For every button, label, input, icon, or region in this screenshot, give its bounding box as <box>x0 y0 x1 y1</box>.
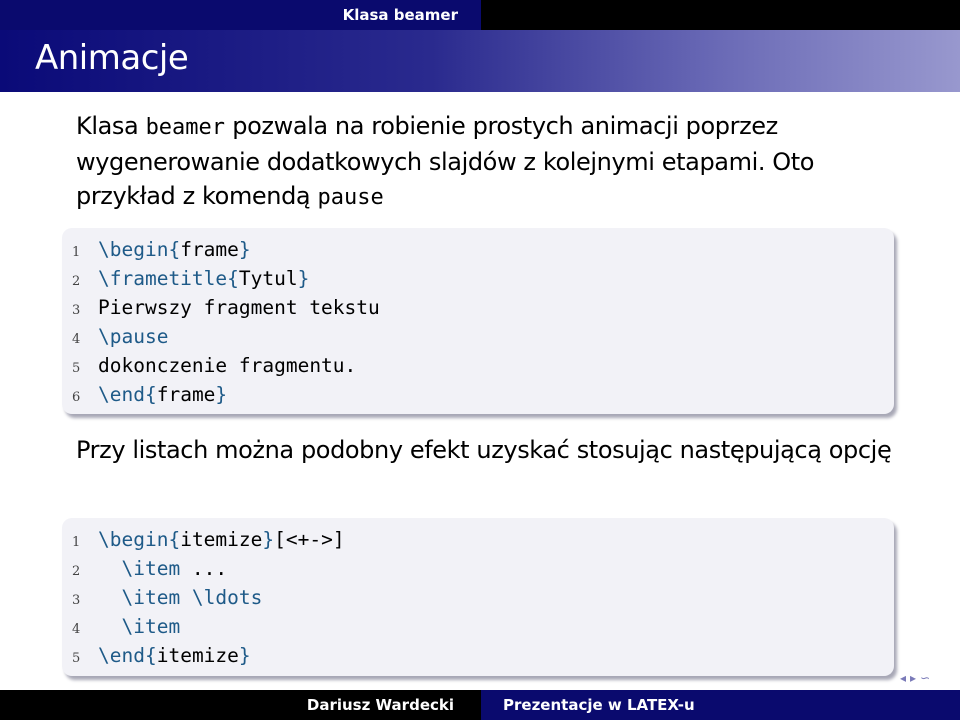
code-line: 3 \item \ldots <box>72 583 894 612</box>
code-brace: } <box>297 267 310 290</box>
footer-author-bar: Dariusz Wardecki <box>0 690 481 720</box>
code-line: 5 dokonczenie fragmentu. <box>72 351 894 380</box>
intro-code-beamer: beamer <box>145 115 226 140</box>
code-command: \item <box>121 557 181 580</box>
code-line: 1 \begin{frame} <box>72 235 894 264</box>
code-command: \item <box>121 615 181 638</box>
footer-author: Dariusz Wardecki <box>306 696 454 714</box>
code-block-itemize: 1 \begin{itemize}[<+->] 2 \item ... 3 \it… <box>62 518 894 676</box>
line-number: 3 <box>72 593 81 608</box>
line-number: 2 <box>72 274 81 289</box>
code-line: 1 \begin{itemize}[<+->] <box>72 525 894 554</box>
code-arg: itemize <box>156 644 239 667</box>
search-icon[interactable]: ∽ <box>920 671 930 685</box>
left-arrow-icon[interactable]: ◂ <box>900 671 906 685</box>
code-command: \end <box>98 644 145 667</box>
intro-code-pause: pause <box>317 185 384 210</box>
code-command: \pause <box>98 325 169 348</box>
intro-text-1: Klasa <box>76 112 146 140</box>
section-bar: Klasa beamer <box>0 0 481 30</box>
code-line: 4 \item <box>72 612 894 641</box>
code-arg: frame <box>156 383 216 406</box>
code-text: [<+->] <box>274 528 345 551</box>
code-arg: Tytul <box>238 267 298 290</box>
code-brace: { <box>227 267 239 290</box>
code-arg: frame <box>180 238 239 261</box>
code-command: \item \ldots <box>121 586 263 609</box>
code-command: \begin <box>98 528 169 551</box>
code-text: dokonczenie fragmentu. <box>98 354 357 377</box>
code-brace: { <box>168 528 181 551</box>
line-number: 5 <box>72 361 81 376</box>
code-arg: itemize <box>180 528 263 551</box>
line-number: 5 <box>72 651 81 666</box>
line-number: 3 <box>72 303 81 318</box>
code-brace: } <box>215 383 228 406</box>
right-arrow-icon[interactable]: ▸ <box>910 671 916 685</box>
line-number: 1 <box>72 245 81 260</box>
line-number: 1 <box>72 535 81 550</box>
code-line: 3 Pierwszy fragment tekstu <box>72 293 894 322</box>
code-brace: { <box>144 383 157 406</box>
footer-title-bar: Prezentacje w LATEX-u <box>481 690 960 720</box>
line-number: 6 <box>72 390 81 405</box>
code-brace: } <box>262 528 275 551</box>
code-brace: } <box>238 644 251 667</box>
code-brace: { <box>168 238 181 261</box>
section-title: Klasa beamer <box>342 6 458 24</box>
code-line: 2 \frametitle{Tytul} <box>72 264 894 293</box>
code-text: ... <box>180 557 228 580</box>
frame-title: Animacje <box>35 38 189 78</box>
line-number: 4 <box>72 622 81 637</box>
line-number: 4 <box>72 332 81 347</box>
code-line: 6 \end{frame} <box>72 380 894 409</box>
paragraph-lists: Przy listach można podobny efekt uzyskać… <box>76 436 892 464</box>
code-brace: } <box>238 238 251 261</box>
code-command: \begin <box>98 238 169 261</box>
code-line: 2 \item ... <box>72 554 894 583</box>
code-command: \end <box>98 383 145 406</box>
footer: Dariusz Wardecki Prezentacje w LATEX-u <box>0 690 960 720</box>
line-number: 2 <box>72 564 81 579</box>
top-bar: Klasa beamer <box>0 0 960 30</box>
navigation-symbols: ◂ ▸ ∽ <box>900 670 956 686</box>
code-text: Pierwszy fragment tekstu <box>98 296 380 319</box>
code-line: 5 \end{itemize} <box>72 641 894 670</box>
code-block-frame: 1 \begin{frame} 2 \frametitle{Tytul} 3 Pier… <box>62 228 894 414</box>
code-command: \frametitle <box>98 267 228 290</box>
footer-title: Prezentacje w LATEX-u <box>503 696 695 714</box>
code-brace: { <box>144 644 157 667</box>
paragraph-intro: Klasa beamer pozwala na robienie prostyc… <box>76 109 906 215</box>
code-line: 4 \pause <box>72 322 894 351</box>
